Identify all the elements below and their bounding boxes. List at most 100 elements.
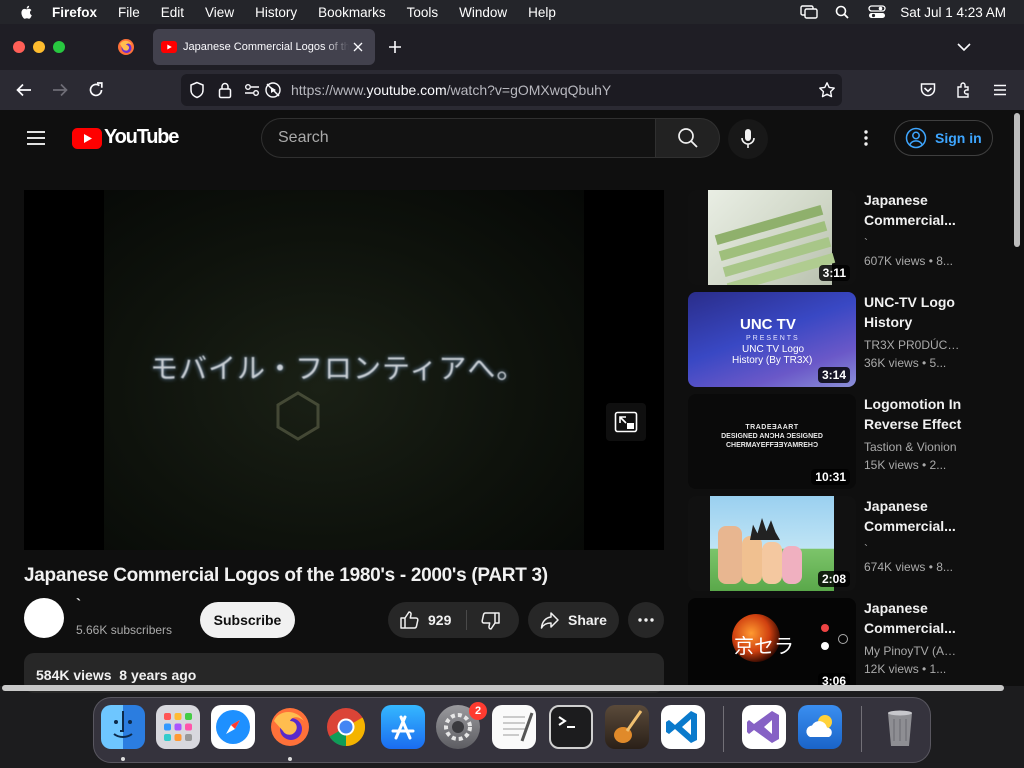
guide-menu-icon[interactable] [26,130,46,146]
related-thumbnail[interactable]: TRADEƎAART DESIGNED ANƆHA ƆESIGNED CHERM… [688,394,856,489]
window-close-button[interactable] [13,41,25,53]
related-channel[interactable]: ` [864,236,964,250]
menu-app-firefox[interactable]: Firefox [52,5,97,20]
autoplay-blocked-icon[interactable] [264,81,282,99]
related-thumbnail[interactable]: 2:08 [688,496,856,591]
pocket-icon[interactable] [919,81,937,99]
control-center-icon[interactable] [868,5,886,19]
related-title-line-2: Commercial... [864,518,956,534]
miniplayer-icon [614,411,638,433]
menu-window[interactable]: Window [459,5,507,20]
settings-more-vertical-icon[interactable] [856,128,876,148]
related-title-line-2: Reverse Effect [864,416,962,432]
like-thumbs-up-icon[interactable] [399,610,420,630]
search-button[interactable] [655,118,720,158]
related-channel[interactable]: ` [864,542,964,556]
menu-tools[interactable]: Tools [407,5,439,20]
related-video-item[interactable]: UNC TV PRESENTS UNC TV Logo History (By … [688,292,978,387]
extensions-puzzle-icon[interactable] [955,81,973,99]
menubar-clock[interactable]: Sat Jul 1 4:23 AM [900,5,1006,20]
menu-help[interactable]: Help [528,5,556,20]
related-meta: 12K views • 1... [864,662,947,676]
related-title[interactable]: Japanese Commercial... [864,190,964,230]
dock-launchpad-icon[interactable] [156,705,200,749]
related-meta: 674K views • 8... [864,560,953,574]
screen-mirroring-icon[interactable] [800,5,818,19]
youtube-favicon-icon [161,41,177,53]
tracking-protection-shield-icon[interactable] [189,81,205,99]
dock-textedit-icon[interactable] [492,705,536,749]
bookmark-star-icon[interactable] [818,81,836,99]
dislike-thumbs-down-icon[interactable] [480,611,501,631]
video-frame-caption: モバイル・フロンティアへ。 [150,353,526,384]
dock-chrome-icon[interactable] [324,705,368,749]
related-title-line-2: History [864,314,913,330]
menu-history[interactable]: History [255,5,297,20]
menu-file[interactable]: File [118,5,140,20]
lock-icon[interactable] [218,81,232,99]
thumb-text: CHERMAYEFFƎƎYAMREHƆ [725,442,819,449]
tab-close-icon[interactable] [351,40,365,54]
miniplayer-button[interactable] [606,403,646,441]
related-video-item[interactable]: 京セラ 3:06 Japanese Commercial... My PinoyT… [688,598,978,686]
dock-firefox-icon[interactable] [268,705,312,749]
view-count-and-date: 584K views 8 years ago [36,667,196,683]
hamburger-menu-icon[interactable] [991,81,1009,99]
new-tab-icon[interactable] [387,39,403,55]
related-thumbnail[interactable]: 3:11 [688,190,856,285]
safari-compass-icon [216,710,250,744]
forward-arrow-icon[interactable] [51,81,69,99]
sign-in-button[interactable]: Sign in [894,120,993,156]
youtube-logo-icon[interactable] [72,128,102,149]
channel-name[interactable]: ` [76,596,81,613]
horizontal-scrollbar-thumb[interactable] [2,685,1004,691]
dock-garageband-icon[interactable] [605,705,649,749]
voice-search-button[interactable] [728,119,768,159]
dock-finder-icon[interactable] [101,705,145,749]
back-arrow-icon[interactable] [15,81,33,99]
permissions-icon[interactable] [243,81,261,99]
dock-terminal-icon[interactable] [549,705,593,749]
share-button[interactable]: Share [528,602,619,638]
dock-visual-studio-icon[interactable] [742,705,786,749]
related-thumbnail[interactable]: UNC TV PRESENTS UNC TV Logo History (By … [688,292,856,387]
url-text[interactable]: https://www.youtube.com/watch?v=gOMXwqQb… [291,82,611,98]
dock-app-store-icon[interactable] [381,705,425,749]
dock-trash-icon[interactable] [878,705,922,749]
related-video-item[interactable]: TRADEƎAART DESIGNED ANƆHA ƆESIGNED CHERM… [688,394,978,489]
menu-bookmarks[interactable]: Bookmarks [318,5,386,20]
channel-avatar[interactable] [24,598,64,638]
related-title[interactable]: Japanese Commercial... [864,496,964,536]
youtube-wordmark[interactable]: YouTube [104,126,179,149]
like-count[interactable]: 929 [428,612,451,628]
video-duration: 2:08 [817,571,850,587]
dock-weather-icon[interactable] [798,705,842,749]
spotlight-search-icon[interactable] [834,5,852,19]
reload-icon[interactable] [87,81,105,99]
related-video-item[interactable]: 3:11 Japanese Commercial... ` 607K views … [688,190,978,285]
menu-view[interactable]: View [205,5,234,20]
tab-youtube-video[interactable]: Japanese Commercial Logos of the 1980's … [153,29,375,65]
related-channel[interactable]: My PinoyTV (ASI... [864,644,964,658]
video-player[interactable]: モバイル・フロンティアへ。 [24,190,664,550]
dock-vscode-icon[interactable] [661,705,705,749]
related-channel[interactable]: Tastion & Vionion [864,440,964,454]
dock-safari-icon[interactable] [211,705,255,749]
subscribe-button[interactable]: Subscribe [200,602,295,638]
window-zoom-button[interactable] [53,41,65,53]
menu-edit[interactable]: Edit [161,5,184,20]
more-actions-button[interactable] [628,602,664,638]
related-thumbnail[interactable]: 京セラ 3:06 [688,598,856,686]
related-channel[interactable]: TR3X PR0DÚCTÍ... [864,338,964,352]
related-title[interactable]: Logomotion In Reverse Effect [864,394,964,434]
firefox-view-tab[interactable] [110,30,142,64]
window-minimize-button[interactable] [33,41,45,53]
apple-menu-icon[interactable] [19,4,35,20]
related-title[interactable]: UNC-TV Logo History [864,292,964,332]
list-all-tabs-chevron-icon[interactable] [956,40,972,54]
microphone-icon [741,129,755,148]
vscode-logo-icon [666,711,697,743]
related-video-item[interactable]: 2:08 Japanese Commercial... ` 674K views … [688,496,978,591]
vertical-scrollbar-thumb[interactable] [1014,113,1020,247]
related-title[interactable]: Japanese Commercial... [864,598,964,638]
